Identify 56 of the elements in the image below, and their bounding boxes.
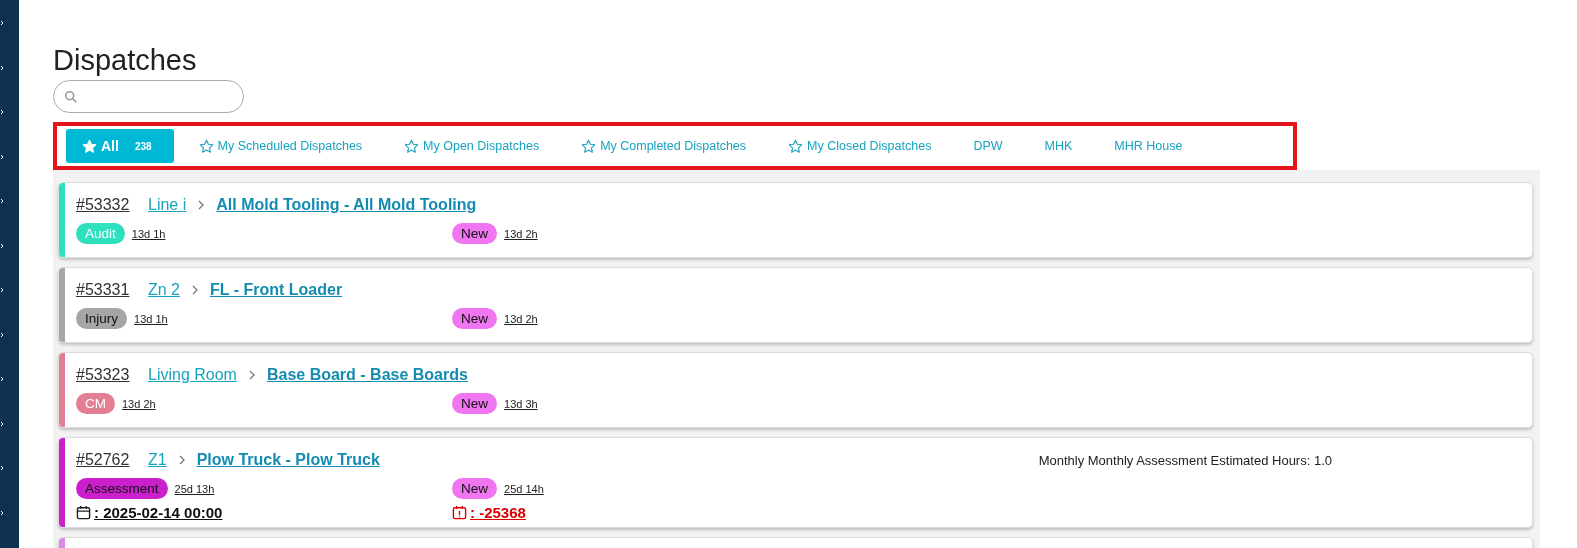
calendar-alert-icon <box>452 505 467 520</box>
asset-link[interactable]: FL - Front Loader <box>210 281 343 299</box>
chevron-icon <box>192 285 198 295</box>
star-icon <box>788 138 804 154</box>
dispatch-number-link[interactable]: #53332 <box>76 196 138 214</box>
age-link[interactable]: 13d 1h <box>134 312 168 325</box>
chevron-icon[interactable] <box>0 465 4 471</box>
dispatch-card[interactable]: #53331 Zn 2 FL - Front Loader Injury 13d 1h New 13d 2h <box>58 267 1533 343</box>
chevron-icon[interactable] <box>0 376 4 382</box>
chevron-icon <box>178 455 185 465</box>
type-badge: Assessment <box>76 478 168 499</box>
age-link[interactable]: 13d 2h <box>504 312 538 325</box>
chevron-icon[interactable] <box>0 331 4 338</box>
star-icon <box>404 138 420 154</box>
type-badge: Audit <box>76 223 125 244</box>
age-link[interactable]: 13d 2h <box>122 397 156 410</box>
asset-link[interactable]: All Mold Tooling - All Mold Tooling <box>216 196 477 214</box>
chevron-icon[interactable] <box>0 509 4 516</box>
calendar-icon <box>76 505 91 520</box>
dispatch-number-link[interactable]: #52762 <box>76 451 138 469</box>
age-link[interactable]: 13d 2h <box>504 227 538 240</box>
page-title: Dispatches <box>53 43 198 78</box>
chevron-icon[interactable] <box>0 420 4 427</box>
chevron-icon <box>248 370 255 380</box>
chevron-icon[interactable] <box>0 198 4 204</box>
status-badge: New <box>452 308 497 329</box>
dispatch-card[interactable]: #53332 Line i All Mold Tooling - All Mold Tooling Audit 13d 1h New 13d 2h <box>58 182 1533 258</box>
type-badge: Injury <box>76 308 127 329</box>
chevron-icon[interactable] <box>0 20 4 26</box>
age-link[interactable]: 13d 3h <box>504 397 538 410</box>
status-badge: New <box>452 478 497 499</box>
age-link[interactable]: 13d 1h <box>131 227 166 240</box>
star-icon <box>82 138 97 154</box>
estimate-note: Monthly Monthly Assessment Estimated Hours: 1.0 <box>1038 452 1332 468</box>
age-link[interactable]: 25d 13h <box>174 482 215 495</box>
age-link[interactable]: 25d 14h <box>504 482 544 495</box>
chevron-icon[interactable] <box>0 242 4 249</box>
search-icon <box>64 89 78 104</box>
dispatch-card[interactable]: #53323 Living Room Base Board - Base Boards CM 13d 2h New 13d 3h <box>58 352 1533 428</box>
asset-link[interactable]: Plow Truck - Plow Truck <box>196 451 380 469</box>
chevron-icon[interactable] <box>0 287 4 293</box>
scheduled-date-link[interactable]: : 2025-02-14 00:00 <box>94 504 223 521</box>
star-icon <box>581 138 597 154</box>
status-badge: New <box>452 223 497 244</box>
dispatch-number-link[interactable]: #53323 <box>76 366 138 384</box>
chevron-icon[interactable] <box>0 109 4 115</box>
dispatch-number-link[interactable]: #53331 <box>76 281 138 299</box>
status-badge: New <box>452 393 497 414</box>
asset-link[interactable]: Base Board - Base Boards <box>266 366 468 384</box>
chevron-icon[interactable] <box>0 64 4 71</box>
chevron-icon[interactable] <box>0 153 4 160</box>
type-badge: CM <box>76 393 115 414</box>
star-icon <box>198 138 214 154</box>
due-link[interactable]: : -25368 <box>470 504 526 521</box>
dispatch-card[interactable]: #52762 Z1 Plow Truck - Plow Truck Monthly Monthly Assessment Estimated Hours: 1.0 Assessment 25d 13h New 25d 14h : 2025-02-14 00:00 : -25368 <box>58 437 1533 528</box>
chevron-icon <box>198 200 205 210</box>
